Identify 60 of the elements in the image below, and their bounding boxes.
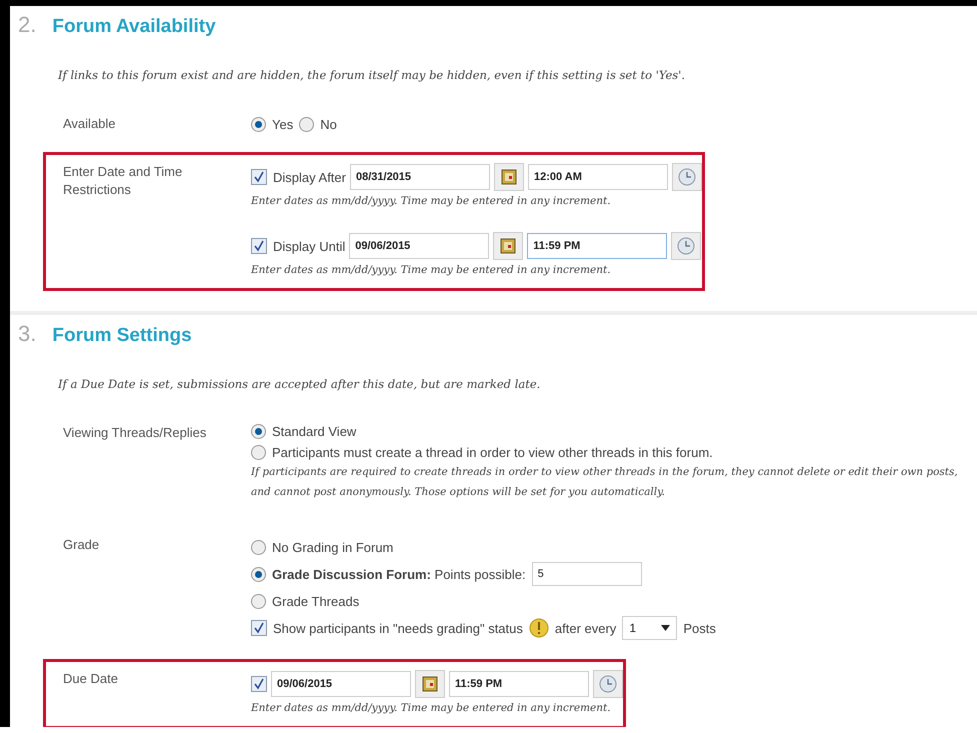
radio-button[interactable] xyxy=(299,116,314,132)
calendar-button[interactable] xyxy=(415,670,445,698)
section-number: 3. xyxy=(18,321,36,347)
section-title: Forum Settings xyxy=(52,325,192,347)
calendar-icon xyxy=(422,676,438,692)
unit-label: Posts xyxy=(683,620,716,636)
clock-icon xyxy=(599,675,617,693)
time-field[interactable]: 11:59 PM xyxy=(527,233,668,259)
radio-label: Grade Discussion Forum: Points possible: xyxy=(272,566,526,582)
field-label: Grade xyxy=(63,536,100,554)
date-field[interactable]: 08/31/2015 xyxy=(350,164,490,190)
field-label: Viewing Threads/Replies xyxy=(63,424,208,442)
calendar-icon xyxy=(500,238,516,254)
warning-icon xyxy=(528,618,549,638)
radio-button[interactable] xyxy=(251,594,266,608)
checkbox[interactable] xyxy=(251,169,267,185)
radio-label: Participants must create a thread in order to view other threads in this forum. xyxy=(272,445,713,460)
checkbox-label: Show participants in "needs grading" status xyxy=(273,620,523,636)
time-field[interactable]: 12:00 AM xyxy=(528,164,668,190)
checkbox[interactable] xyxy=(251,238,267,254)
count-dropdown[interactable]: 1 xyxy=(622,616,678,640)
clock-button[interactable] xyxy=(672,163,702,191)
date-field[interactable]: 09/06/2015 xyxy=(349,233,490,259)
after-label: after every xyxy=(554,620,616,636)
time-field[interactable]: 11:59 PM xyxy=(449,671,589,697)
radio-button[interactable] xyxy=(251,445,266,460)
points-field[interactable]: 5 xyxy=(532,562,642,586)
calendar-icon xyxy=(500,169,517,185)
calendar-button[interactable] xyxy=(494,163,524,191)
field-label: Due Date xyxy=(63,670,119,688)
clock-button[interactable] xyxy=(593,670,623,698)
radio-button[interactable] xyxy=(251,540,266,554)
checkbox-label: Display After xyxy=(273,170,346,184)
instructions-text: If a Due Date is set, submissions are accepted after this date, but are marked late. xyxy=(58,377,542,391)
radio-button[interactable] xyxy=(251,566,266,582)
date-field[interactable]: 09/06/2015 xyxy=(271,671,411,697)
radio-label: Standard View xyxy=(272,424,356,439)
hint-text: If participants are required to create threads in order to view other threads in the forum, they cannot delete or edit their own posts, and cannot post anonymously. Those options will be set for you automatically. xyxy=(251,465,959,500)
clock-icon xyxy=(677,237,696,255)
checkbox[interactable] xyxy=(251,620,267,636)
hint-text: Enter dates as mm/dd/yyyy. Time may be entered in any increment. xyxy=(251,701,612,716)
field-label: Enter Date and Time Restrictions xyxy=(63,163,184,199)
radio-label: No Grading in Forum xyxy=(272,540,394,554)
field-label: Available xyxy=(63,115,117,133)
instructions-text: If links to this forum exist and are hidden, the forum itself may be hidden, even if this setting is set to 'Yes'. xyxy=(58,68,686,82)
calendar-button[interactable] xyxy=(493,232,524,260)
hint-text: Enter dates as mm/dd/yyyy. Time may be entered in any increment. xyxy=(251,194,612,209)
clock-button[interactable] xyxy=(671,232,702,260)
radio-button[interactable] xyxy=(251,116,266,132)
section-number: 2. xyxy=(18,12,36,38)
radio-button[interactable] xyxy=(251,424,266,439)
checkbox-label: Display Until xyxy=(273,238,346,254)
section-title: Forum Availability xyxy=(52,16,216,38)
radio-label: No xyxy=(320,116,337,132)
caret-icon xyxy=(661,625,670,631)
radio-label: Yes xyxy=(272,116,294,132)
radio-label: Grade Threads xyxy=(272,594,360,608)
checkbox[interactable] xyxy=(251,676,267,692)
hint-text: Enter dates as mm/dd/yyyy. Time may be entered in any increment. xyxy=(251,263,612,278)
clock-icon xyxy=(678,168,696,186)
